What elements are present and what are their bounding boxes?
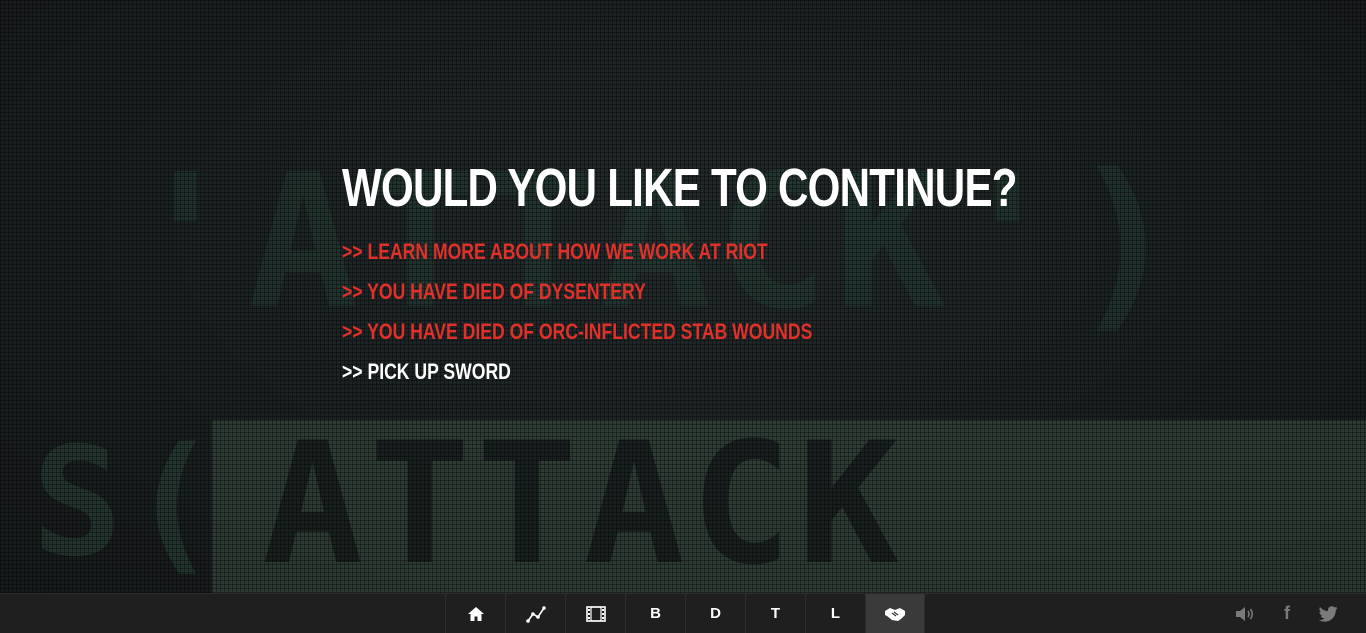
option-learn-more-link[interactable]: >> LEARN MORE ABOUT HOW WE WORK AT RIOT bbox=[342, 232, 1034, 272]
option-prefix: >> bbox=[342, 319, 368, 344]
hero-background: 'ATTACK') S( ATTACK WOULD YOU LIKE TO CO… bbox=[0, 0, 1366, 593]
nav-d-button[interactable]: D bbox=[685, 594, 745, 633]
nav-b-button[interactable]: B bbox=[625, 594, 685, 633]
option-prefix: >> bbox=[342, 359, 368, 384]
social-links: f bbox=[1234, 594, 1340, 633]
page-title: WOULD YOU LIKE TO CONTINUE? bbox=[342, 158, 1017, 218]
graph-icon bbox=[525, 605, 546, 623]
home-icon bbox=[467, 606, 485, 622]
nav-l-button[interactable]: L bbox=[805, 594, 865, 633]
film-icon bbox=[585, 605, 606, 622]
continue-prompt: WOULD YOU LIKE TO CONTINUE? >> LEARN MOR… bbox=[342, 158, 1207, 392]
volume-icon[interactable] bbox=[1234, 603, 1256, 625]
nav-handshake-button[interactable] bbox=[865, 594, 925, 633]
option-label: YOU HAVE DIED OF DYSENTERY bbox=[367, 279, 646, 304]
option-dysentery-link[interactable]: >> YOU HAVE DIED OF DYSENTERY bbox=[342, 272, 1034, 312]
footer-nav: B D T L bbox=[445, 594, 925, 633]
option-label: LEARN MORE ABOUT HOW WE WORK AT RIOT bbox=[367, 239, 768, 264]
footer-bar: B D T L f bbox=[0, 593, 1366, 633]
option-label: YOU HAVE DIED OF ORC-INFLICTED STAB WOUN… bbox=[367, 319, 813, 344]
facebook-icon[interactable]: f bbox=[1276, 603, 1298, 625]
background-lower-left-fragment: S( bbox=[32, 416, 225, 590]
twitter-icon[interactable] bbox=[1318, 603, 1340, 625]
nav-t-button[interactable]: T bbox=[745, 594, 805, 633]
option-pick-up-sword-link[interactable]: >> PICK UP SWORD bbox=[342, 352, 1034, 392]
handshake-icon bbox=[884, 606, 906, 622]
nav-film-button[interactable] bbox=[565, 594, 625, 633]
option-prefix: >> bbox=[342, 239, 368, 264]
option-label: PICK UP SWORD bbox=[367, 359, 511, 384]
background-lower-word: ATTACK bbox=[262, 406, 905, 593]
nav-home-button[interactable] bbox=[445, 594, 505, 633]
option-prefix: >> bbox=[342, 279, 368, 304]
option-stab-wounds-link[interactable]: >> YOU HAVE DIED OF ORC-INFLICTED STAB W… bbox=[342, 312, 1034, 352]
nav-graph-button[interactable] bbox=[505, 594, 565, 633]
